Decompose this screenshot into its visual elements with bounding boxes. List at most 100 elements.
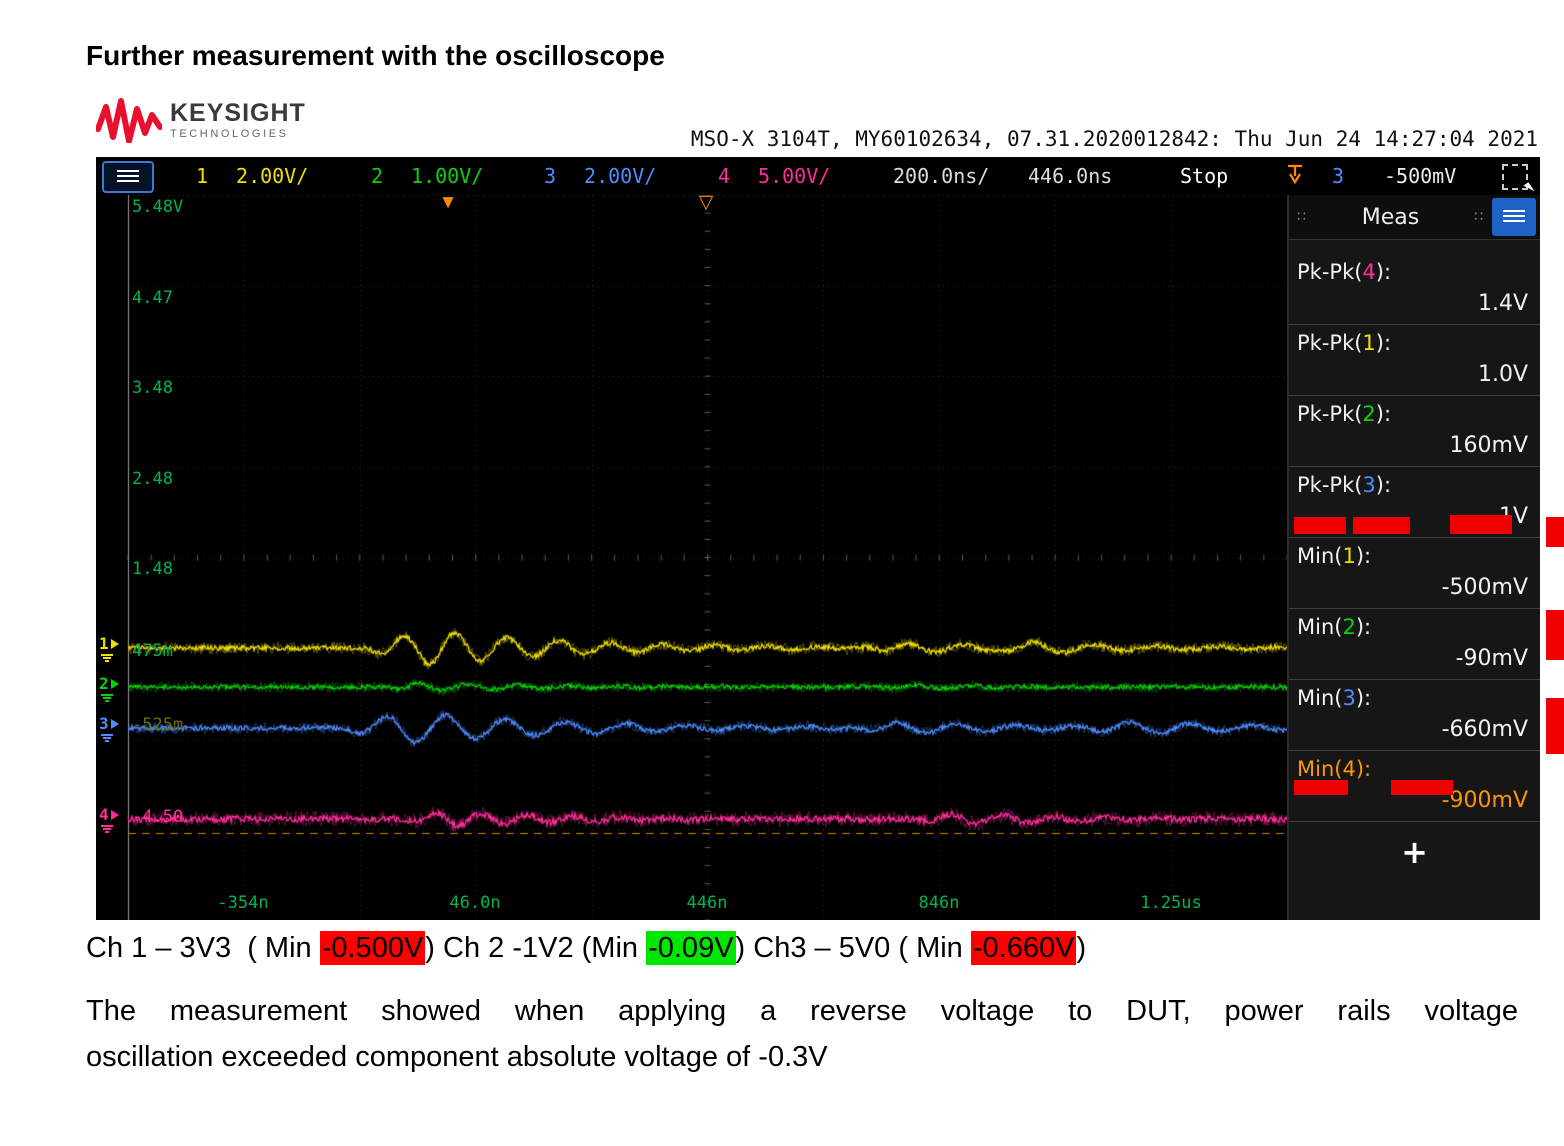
scope-header: KEYSIGHT TECHNOLOGIES MSO-X 3104T, MY601… <box>96 95 1540 157</box>
meas-value: -90mV <box>1455 646 1528 671</box>
redaction-bar <box>1353 517 1410 534</box>
meas-value: -660mV <box>1441 717 1528 742</box>
toolbar-channel-2[interactable]: 2 1.00V/ <box>371 164 483 188</box>
v-axis-label: 475m <box>132 641 173 661</box>
page-title: Further measurement with the oscilloscop… <box>86 40 665 71</box>
trigger-icon <box>1286 163 1304 192</box>
caption-highlight: -0.09V <box>646 931 736 965</box>
channel-arrow-icon <box>110 639 119 649</box>
toolbar-channel-1[interactable]: 1 2.00V/ <box>196 164 308 188</box>
channel-scale: 5.00V/ <box>758 164 831 188</box>
meas-item-pkpk-ch4[interactable]: Pk-Pk(4): 1.4V <box>1289 254 1540 325</box>
meas-label: Min(2): <box>1297 615 1372 639</box>
menu-icon <box>1503 210 1525 224</box>
drag-grip-icon[interactable]: ∷ <box>1470 209 1488 225</box>
meas-panel-title: Meas <box>1361 204 1420 230</box>
redaction-bar <box>1546 698 1564 754</box>
run-state[interactable]: Stop <box>1180 164 1228 188</box>
v-axis-label: -4.50 <box>132 807 184 827</box>
meas-value: -500mV <box>1441 575 1528 600</box>
caption-text: ) <box>1076 932 1087 964</box>
meas-value: 1.4V <box>1477 291 1528 316</box>
scope-toolbar: 1 2.00V/2 1.00V/3 2.00V/4 5.00V/ 200.0ns/ 44… <box>96 157 1540 195</box>
channel-scale: 2.00V/ <box>584 164 657 188</box>
t-axis-label: -354n <box>217 893 269 913</box>
meas-item-min-ch3[interactable]: Min(3): -660mV <box>1289 680 1540 751</box>
channel-arrow-icon <box>110 719 119 729</box>
t-axis-label: 1.25us <box>1140 893 1202 913</box>
channel-scale: 1.00V/ <box>411 164 484 188</box>
waveform-canvas <box>96 195 1287 920</box>
meas-label: Pk-Pk(1): <box>1297 331 1392 355</box>
v-axis-label: 4.47 <box>132 288 173 308</box>
menu-button[interactable] <box>102 161 154 193</box>
waveform-screen: ▼ ▽ 5.48V 4.47 3.48 2.48 1.48 475m -525m -4.50 -… <box>96 193 1287 920</box>
caption-text: ) Ch 2 -1V2 (Min <box>425 932 647 964</box>
ground-icon <box>101 693 113 702</box>
add-measurement-button[interactable]: + <box>1289 834 1540 870</box>
brand-text: KEYSIGHT TECHNOLOGIES <box>170 98 306 140</box>
redaction-bar <box>1546 517 1564 547</box>
trigger-time-marker-icon[interactable]: ▼ <box>439 193 458 212</box>
channel-number: 4 <box>718 164 731 188</box>
ground-icon <box>101 733 113 742</box>
drag-grip-icon[interactable]: ∷ <box>1293 209 1311 225</box>
meas-label: Pk-Pk(4): <box>1297 260 1392 284</box>
brand-name: KEYSIGHT <box>170 98 306 127</box>
toolbar-channel-3[interactable]: 3 2.00V/ <box>544 164 656 188</box>
meas-item-min-ch2[interactable]: Min(2): -90mV <box>1289 609 1540 680</box>
trigger-channel[interactable]: 3 <box>1332 164 1344 188</box>
keysight-logo: KEYSIGHT TECHNOLOGIES <box>96 97 306 143</box>
meas-menu-button[interactable] <box>1492 198 1536 236</box>
channel-2-ground-marker[interactable]: 2 <box>99 676 119 702</box>
redaction-bar <box>1546 610 1564 660</box>
caption-text: ) Ch3 – 5V0 ( Min <box>735 932 971 964</box>
page: Further measurement with the oscilloscop… <box>0 0 1564 1146</box>
meas-label: Min(1): <box>1297 544 1372 568</box>
meas-item-min-ch1[interactable]: Min(1): -500mV <box>1289 538 1540 609</box>
meas-item-pkpk-ch1[interactable]: Pk-Pk(1): 1.0V <box>1289 325 1540 396</box>
redaction-bar <box>1450 515 1512 534</box>
scope-ident-line: MSO-X 3104T, MY60102634, 07.31.202001284… <box>690 127 1538 151</box>
selection-tool-icon[interactable] <box>1502 164 1528 190</box>
t-axis-label: 846n <box>918 893 960 913</box>
t-axis-label: 446n <box>686 893 728 913</box>
meas-label: Min(3): <box>1297 686 1372 710</box>
trigger-level[interactable]: -500mV <box>1384 164 1456 188</box>
channel-1-ground-marker[interactable]: 1 <box>99 636 119 662</box>
channel-arrow-icon <box>110 810 119 820</box>
trigger-time-marker-icon[interactable]: ▽ <box>699 193 714 212</box>
v-axis-label: 3.48 <box>132 378 173 398</box>
channel-number: 1 <box>196 164 209 188</box>
meas-label: Pk-Pk(3): <box>1297 473 1392 497</box>
t-axis-label: 46.0n <box>449 893 501 913</box>
redaction-bar <box>1294 780 1348 795</box>
meas-value: 1.0V <box>1477 362 1528 387</box>
scope-main: ▼ ▽ 5.48V 4.47 3.48 2.48 1.48 475m -525m -4.50 -… <box>96 193 1540 920</box>
channel-arrow-icon <box>110 679 119 689</box>
caption-highlight: -0.660V <box>970 931 1077 965</box>
v-axis-label: -525m <box>132 715 184 735</box>
v-axis-label: 1.48 <box>132 559 173 579</box>
caption-line: Ch 1 – 3V3 ( Min -0.500V) Ch 2 -1V2 (Min… <box>86 931 1087 965</box>
channel-4-ground-marker[interactable]: 4 <box>99 807 119 833</box>
delay-setting[interactable]: 446.0ns <box>1028 164 1112 188</box>
body-line: The measurement showed when applying a r… <box>86 995 1518 1027</box>
oscilloscope-screenshot: KEYSIGHT TECHNOLOGIES MSO-X 3104T, MY601… <box>96 95 1540 920</box>
body-line: oscillation exceeded component absolute … <box>86 1041 828 1074</box>
channel-3-ground-marker[interactable]: 3 <box>99 716 119 742</box>
v-axis-label: 5.48V <box>132 197 184 217</box>
redaction-bar <box>1294 517 1346 534</box>
meas-item-pkpk-ch2[interactable]: Pk-Pk(2): 160mV <box>1289 396 1540 467</box>
meas-panel: ∷ Meas ∷ Pk-Pk(4): 1.4V Pk-Pk(1): 1.0V Pk-Pk… <box>1287 195 1540 920</box>
channel-scale: 2.00V/ <box>236 164 309 188</box>
meas-panel-header: ∷ Meas ∷ <box>1289 195 1540 240</box>
menu-icon <box>117 170 139 184</box>
body-text: The measurement showed when applying a r… <box>86 988 1518 1081</box>
ground-icon <box>101 824 113 833</box>
toolbar-channel-4[interactable]: 4 5.00V/ <box>718 164 830 188</box>
timebase-setting[interactable]: 200.0ns/ <box>893 164 989 188</box>
caption-text: Ch 1 – 3V3 ( Min <box>86 932 320 964</box>
ground-icon <box>101 653 113 662</box>
channel-number: 2 <box>371 164 384 188</box>
